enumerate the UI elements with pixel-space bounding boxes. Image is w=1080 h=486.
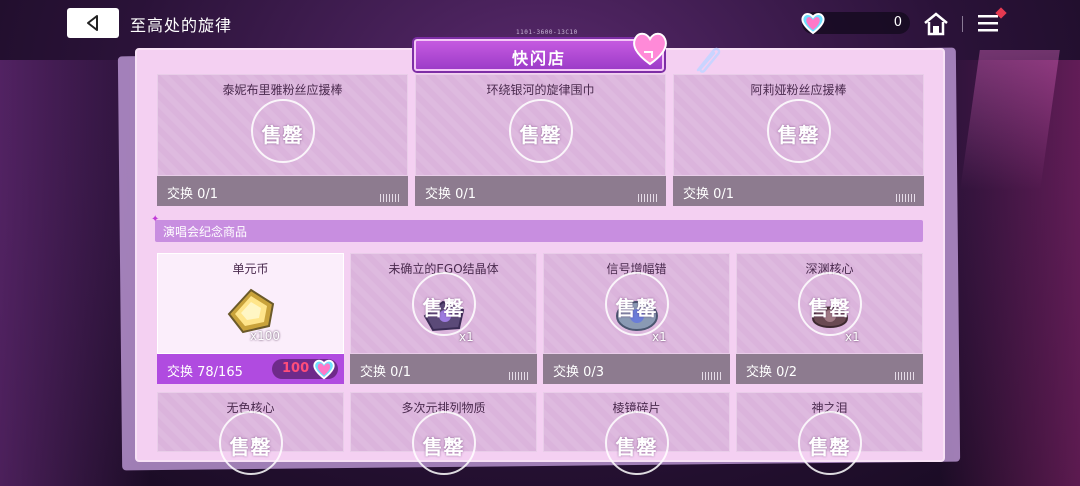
exchange-bar: 交换 0/1 — [415, 176, 666, 206]
barcode-decoration — [509, 372, 529, 380]
item-name: 阿莉娅粉丝应援棒 — [750, 83, 847, 97]
serial-number: 1101-3600-13C10 — [516, 29, 578, 36]
shop-item-card[interactable]: 棱镜碎片 售罄 — [543, 392, 730, 475]
shop-item-card[interactable]: 无色核心 售罄 — [157, 392, 344, 475]
shop-item-card[interactable]: 神之泪 售罄 — [736, 392, 923, 475]
currency-display[interactable]: 0 — [801, 12, 910, 35]
item-name: 单元币 — [232, 262, 269, 276]
price-tag[interactable]: 100 — [272, 359, 338, 380]
barcode-decoration — [380, 194, 400, 202]
paperclip-icon — [696, 47, 721, 73]
item-name: 泰妮布里雅粉丝应援棒 — [222, 83, 343, 97]
sold-out-label: 售罄 — [261, 123, 304, 147]
exchange-count: 交换 78/165 — [167, 365, 243, 380]
exchange-bar: 交换 0/3 — [543, 354, 730, 384]
sold-out-label: 售罄 — [422, 435, 465, 459]
item-quantity: x100 — [250, 329, 281, 343]
sold-out-label: 售罄 — [519, 123, 562, 147]
item-quantity: x1 — [459, 330, 474, 344]
section-header: 演唱会纪念商品 — [155, 220, 923, 242]
heart-crystal-icon — [801, 13, 825, 35]
currency-value: 0 — [893, 15, 902, 30]
exchange-bar: 交换 0/1 — [673, 176, 924, 206]
barcode-decoration — [638, 194, 658, 202]
exchange-count: 交换 0/3 — [553, 365, 605, 380]
exchange-count: 交换 0/1 — [167, 187, 219, 202]
back-button[interactable] — [67, 8, 119, 38]
shop-item-card[interactable]: 多次元排列物质 售罄 — [350, 392, 537, 475]
exchange-bar: 交换 0/1 — [157, 176, 408, 206]
sold-out-label: 售罄 — [229, 435, 272, 459]
heart-crystal-icon — [313, 359, 335, 380]
barcode-decoration — [896, 194, 916, 202]
sold-out-label: 售罄 — [777, 123, 820, 147]
exchange-bar: 交换 0/2 — [736, 354, 923, 384]
exchange-count: 交换 0/1 — [683, 187, 735, 202]
barcode-decoration — [702, 372, 722, 380]
shop-item-card[interactable]: 信号增幅错 售罄 x1 — [543, 253, 730, 354]
sold-out-label: 售罄 — [808, 296, 851, 320]
exchange-count: 交换 0/1 — [360, 365, 412, 380]
sold-out-label: 售罄 — [808, 435, 851, 459]
shop-item-card[interactable]: 单元币 x100 — [157, 253, 344, 354]
shop-item-card[interactable]: 未确立的EGO结晶体 售罄 x1 — [350, 253, 537, 354]
sold-out-label: 售罄 — [615, 435, 658, 459]
shop-tab-label: 快闪店 — [511, 49, 566, 68]
item-quantity: x1 — [845, 330, 860, 344]
header-divider — [962, 16, 963, 32]
exchange-bar: 交换 78/165 100 — [157, 354, 344, 384]
back-arrow-icon — [87, 15, 98, 31]
shop-item-card[interactable]: 阿莉娅粉丝应援棒 售罄 — [673, 74, 924, 176]
shop-item-card[interactable]: 泰妮布里雅粉丝应援棒 售罄 — [157, 74, 408, 176]
shop-tab[interactable]: 快闪店 — [414, 39, 664, 71]
heart-ornament-icon — [633, 32, 667, 66]
sold-out-label: 售罄 — [422, 296, 465, 320]
sold-out-label: 售罄 — [615, 296, 658, 320]
item-name: 环绕银河的旋律围巾 — [486, 83, 595, 97]
exchange-count: 交换 0/2 — [746, 365, 798, 380]
shop-item-card[interactable]: 环绕银河的旋律围巾 售罄 — [415, 74, 666, 176]
shop-item-card[interactable]: 深渊核心 售罄 x1 — [736, 253, 923, 354]
barcode-decoration — [895, 372, 915, 380]
item-quantity: x1 — [652, 330, 667, 344]
page-title: 至高处的旋律 — [130, 16, 233, 35]
exchange-bar: 交换 0/1 — [350, 354, 537, 384]
section-label: 演唱会纪念商品 — [163, 225, 248, 239]
exchange-count: 交换 0/1 — [425, 187, 477, 202]
price-value: 100 — [282, 361, 310, 376]
home-icon[interactable] — [922, 10, 950, 38]
